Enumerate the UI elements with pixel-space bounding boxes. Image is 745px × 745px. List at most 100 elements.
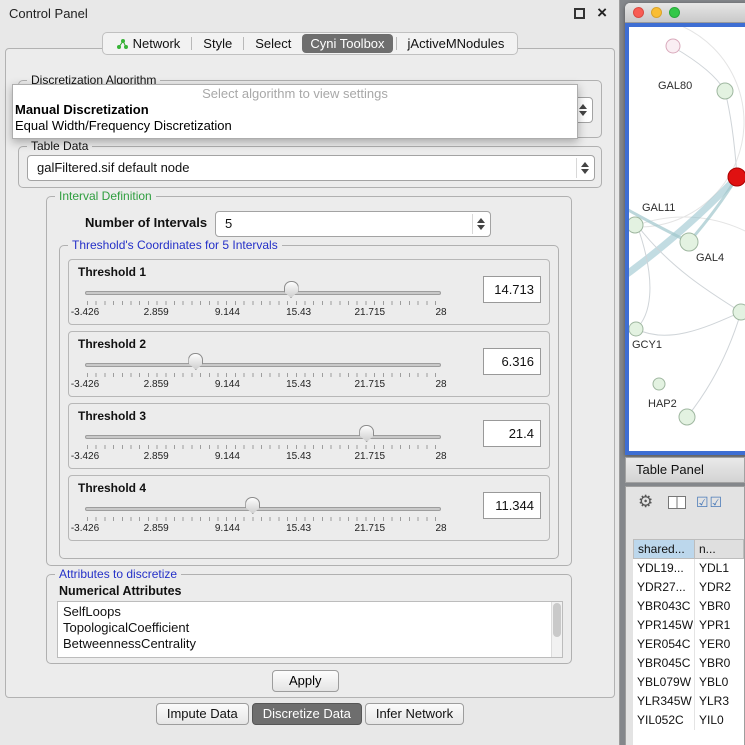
bottom-tab-bar: Impute Data Discretize Data Infer Networ…	[0, 703, 620, 725]
network-canvas[interactable]: GAL80 GAL11 GAL4 GCY1 HAP2	[629, 27, 745, 451]
slider-thumb[interactable]	[359, 425, 374, 442]
dropdown-hint: Select algorithm to view settings	[13, 86, 577, 102]
scale-tick-label: 9.144	[215, 307, 240, 318]
network-node[interactable]	[629, 322, 643, 336]
interval-definition-group: Interval Definition Number of Intervals …	[46, 196, 572, 566]
scale-tick-label: 2.859	[144, 523, 169, 534]
network-node[interactable]	[717, 83, 733, 99]
threshold-slider[interactable]	[85, 280, 441, 310]
table-row[interactable]: YDR27...YDR2	[633, 578, 744, 597]
slider-thumb[interactable]	[188, 353, 203, 370]
columns-icon[interactable]	[668, 496, 686, 512]
table-row[interactable]: YBR045CYBR0	[633, 654, 744, 673]
table-row[interactable]: YER054CYER0	[633, 635, 744, 654]
scale-tick-label: 15.43	[286, 379, 311, 390]
network-window-titlebar[interactable]	[625, 3, 745, 23]
numerical-attributes-list[interactable]: SelfLoopsTopologicalCoefficientBetweenne…	[57, 601, 563, 658]
minimize-window-icon[interactable]	[651, 7, 662, 18]
network-node[interactable]	[666, 39, 680, 53]
dropdown-option-equal-width-frequency[interactable]: Equal Width/Frequency Discretization	[13, 118, 577, 134]
screen: Control Panel × Network Style Select Cyn…	[0, 0, 745, 745]
tab-separator	[243, 37, 244, 50]
attribute-list-item[interactable]: SelfLoops	[58, 604, 562, 620]
float-window-icon[interactable]	[574, 8, 585, 19]
network-view-window[interactable]: GAL80 GAL11 GAL4 GCY1 HAP2	[625, 3, 745, 455]
threshold-box-2: Threshold 2-3.4262.8599.14415.4321.71528…	[68, 331, 550, 397]
network-node[interactable]	[653, 378, 665, 390]
zoom-window-icon[interactable]	[669, 7, 680, 18]
network-node[interactable]	[629, 217, 643, 233]
tab-jactivemnodules[interactable]: jActiveMNodules	[400, 34, 513, 53]
slider-ticks	[87, 373, 441, 377]
threshold-value-field[interactable]: 14.713	[483, 276, 541, 303]
slider-thumb[interactable]	[245, 497, 260, 514]
threshold-slider[interactable]	[85, 352, 441, 382]
threshold-box-4: Threshold 4-3.4262.8599.14415.4321.71528…	[68, 475, 550, 541]
table-row[interactable]: YDL19...YDL1	[633, 559, 744, 578]
table-row[interactable]: YIL052CYIL0	[633, 711, 744, 730]
list-scrollbar[interactable]	[551, 602, 562, 657]
threshold-coordinates-group: Threshold's Coordinates for 5 Intervals …	[59, 245, 559, 559]
scale-tick-label: -3.426	[71, 307, 99, 318]
threshold-value-field[interactable]: 21.4	[483, 420, 541, 447]
threshold-slider[interactable]	[85, 424, 441, 454]
slider-thumb[interactable]	[284, 281, 299, 298]
table-row[interactable]: YPR145WYPR1	[633, 616, 744, 635]
algorithm-dropdown-popup: Select algorithm to view settings Manual…	[12, 84, 578, 139]
tab-network[interactable]: Network	[108, 34, 189, 53]
column-header-shared-name[interactable]: shared...	[633, 539, 695, 559]
network-node[interactable]	[679, 409, 695, 425]
tab-select[interactable]: Select	[247, 34, 299, 53]
scale-tick-label: 28	[435, 451, 446, 462]
tab-separator	[396, 37, 397, 50]
tab-strip: Network Style Select Cyni Toolbox jActiv…	[102, 32, 519, 55]
column-header-name[interactable]: n...	[695, 539, 744, 559]
node-label-gal4: GAL4	[696, 252, 724, 264]
attribute-list-item[interactable]: BetweennessCentrality	[58, 636, 562, 652]
scale-tick-label: 2.859	[144, 307, 169, 318]
threshold-label: Threshold 3	[78, 409, 146, 423]
close-window-icon[interactable]	[633, 7, 644, 18]
tab-cyni-toolbox[interactable]: Cyni Toolbox	[302, 34, 392, 53]
table-panel-header[interactable]: Table Panel	[625, 457, 745, 483]
number-of-intervals-combo[interactable]: 5	[215, 211, 491, 237]
table-cell: YIL0	[695, 711, 744, 730]
threshold-value-field[interactable]: 11.344	[483, 492, 541, 519]
table-cell: YBR0	[695, 654, 744, 673]
table-row[interactable]: YBL079WYBL0	[633, 673, 744, 692]
table-row[interactable]: YBR043CYBR0	[633, 597, 744, 616]
threshold-label: Threshold 4	[78, 481, 146, 495]
scrollbar-thumb[interactable]	[553, 603, 561, 637]
slider-track	[85, 507, 441, 511]
scale-tick-label: 21.715	[355, 451, 386, 462]
tab-label: Cyni Toolbox	[310, 36, 384, 51]
table-header-row: shared... n...	[633, 539, 744, 559]
network-node[interactable]	[733, 304, 745, 320]
node-label-hap2: HAP2	[648, 398, 677, 410]
threshold-slider[interactable]	[85, 496, 441, 526]
selected-network-node[interactable]	[728, 168, 745, 186]
table-row[interactable]: YLR345WYLR3	[633, 692, 744, 711]
gear-icon[interactable]: ⚙	[638, 492, 653, 512]
tab-infer-network[interactable]: Infer Network	[365, 703, 464, 725]
tab-impute-data[interactable]: Impute Data	[156, 703, 249, 725]
table-body: YDL19...YDL1YDR27...YDR2YBR043CYBR0YPR14…	[633, 559, 744, 745]
apply-button[interactable]: Apply	[272, 670, 339, 692]
tab-style[interactable]: Style	[195, 34, 240, 53]
scale-tick-label: 2.859	[144, 379, 169, 390]
table-cell: YDR2	[695, 578, 744, 597]
network-icon	[116, 38, 129, 50]
table-data-combo[interactable]: galFiltered.sif default node	[27, 155, 595, 181]
tab-discretize-data[interactable]: Discretize Data	[252, 703, 362, 725]
network-node[interactable]	[680, 233, 698, 251]
select-columns-checkboxes-icon[interactable]: ☑☑	[696, 494, 723, 511]
scale-tick-label: 28	[435, 523, 446, 534]
group-label: Threshold's Coordinates for 5 Intervals	[68, 238, 282, 253]
threshold-value-field[interactable]: 6.316	[483, 348, 541, 375]
dropdown-option-manual-discretization[interactable]: Manual Discretization	[13, 102, 577, 118]
scale-tick-label: 21.715	[355, 379, 386, 390]
attribute-list-item[interactable]: TopologicalCoefficient	[58, 620, 562, 636]
close-panel-icon[interactable]: ×	[597, 3, 607, 23]
scale-tick-label: 9.144	[215, 451, 240, 462]
tab-separator	[191, 37, 192, 50]
